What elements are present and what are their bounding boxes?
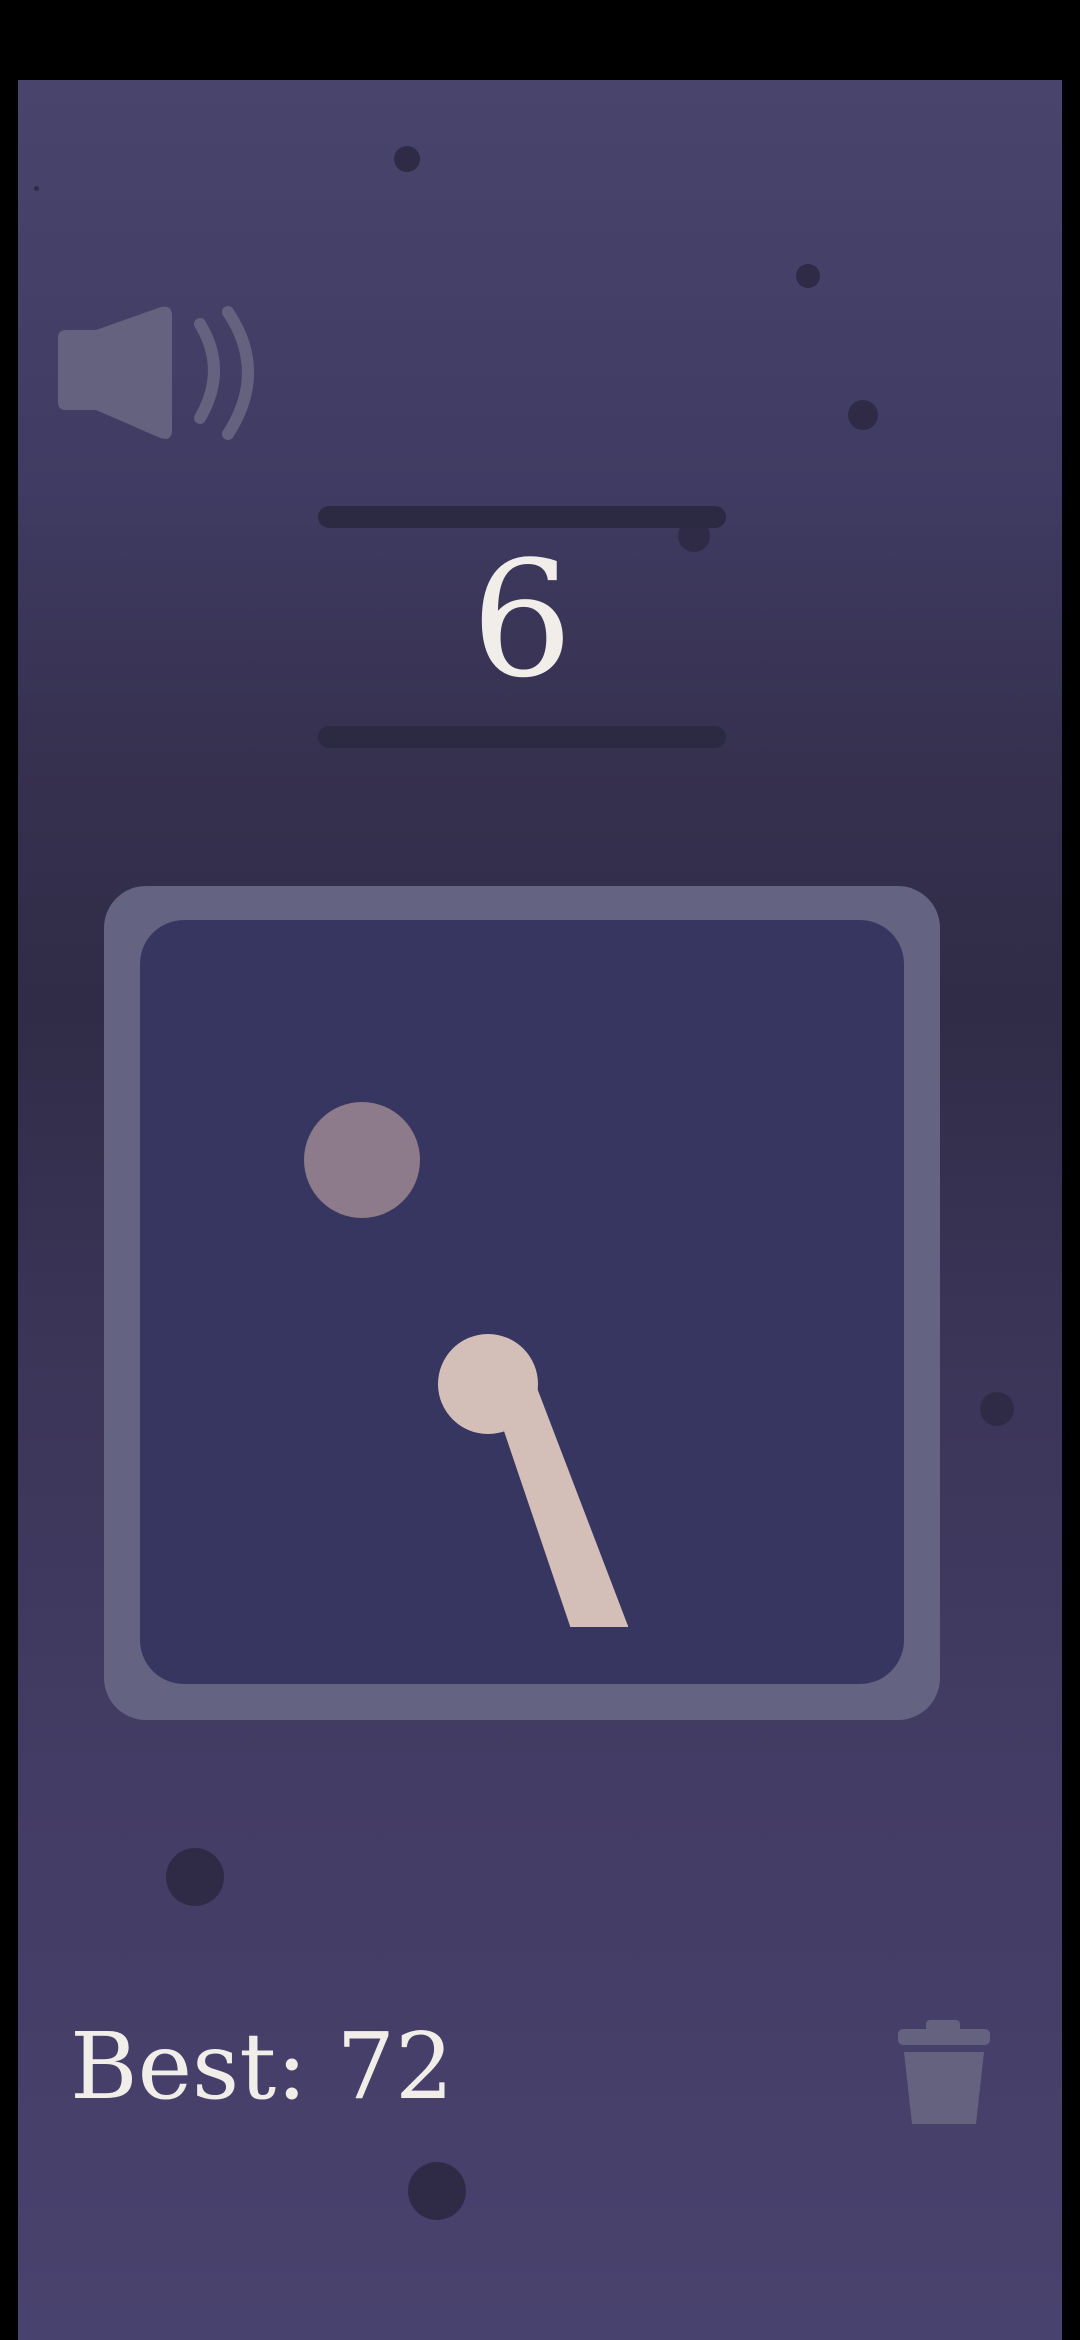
- score-display: 6: [471, 526, 573, 713]
- background-dot: [796, 264, 820, 288]
- target-ball: [304, 1102, 420, 1218]
- background-dot: [980, 1392, 1014, 1426]
- score-bottom-divider: [318, 726, 726, 748]
- best-score-label: Best: 72: [70, 2013, 454, 2120]
- background-dot: [166, 1848, 224, 1906]
- reset-best-button[interactable]: [898, 2020, 990, 2124]
- status-bar: [0, 0, 1080, 80]
- trash-icon: [898, 2020, 990, 2124]
- player-ball: [438, 1334, 538, 1434]
- background-dot: [408, 2162, 466, 2220]
- play-board[interactable]: [140, 920, 904, 1684]
- speaker-on-icon: [58, 306, 254, 440]
- sound-toggle-button[interactable]: [52, 298, 262, 448]
- background-dot: [394, 146, 420, 172]
- background-dot: [848, 400, 878, 430]
- game-screen: 6 Best: 72: [0, 0, 1080, 2340]
- score-top-divider: [318, 506, 726, 528]
- background-dot: [34, 186, 39, 191]
